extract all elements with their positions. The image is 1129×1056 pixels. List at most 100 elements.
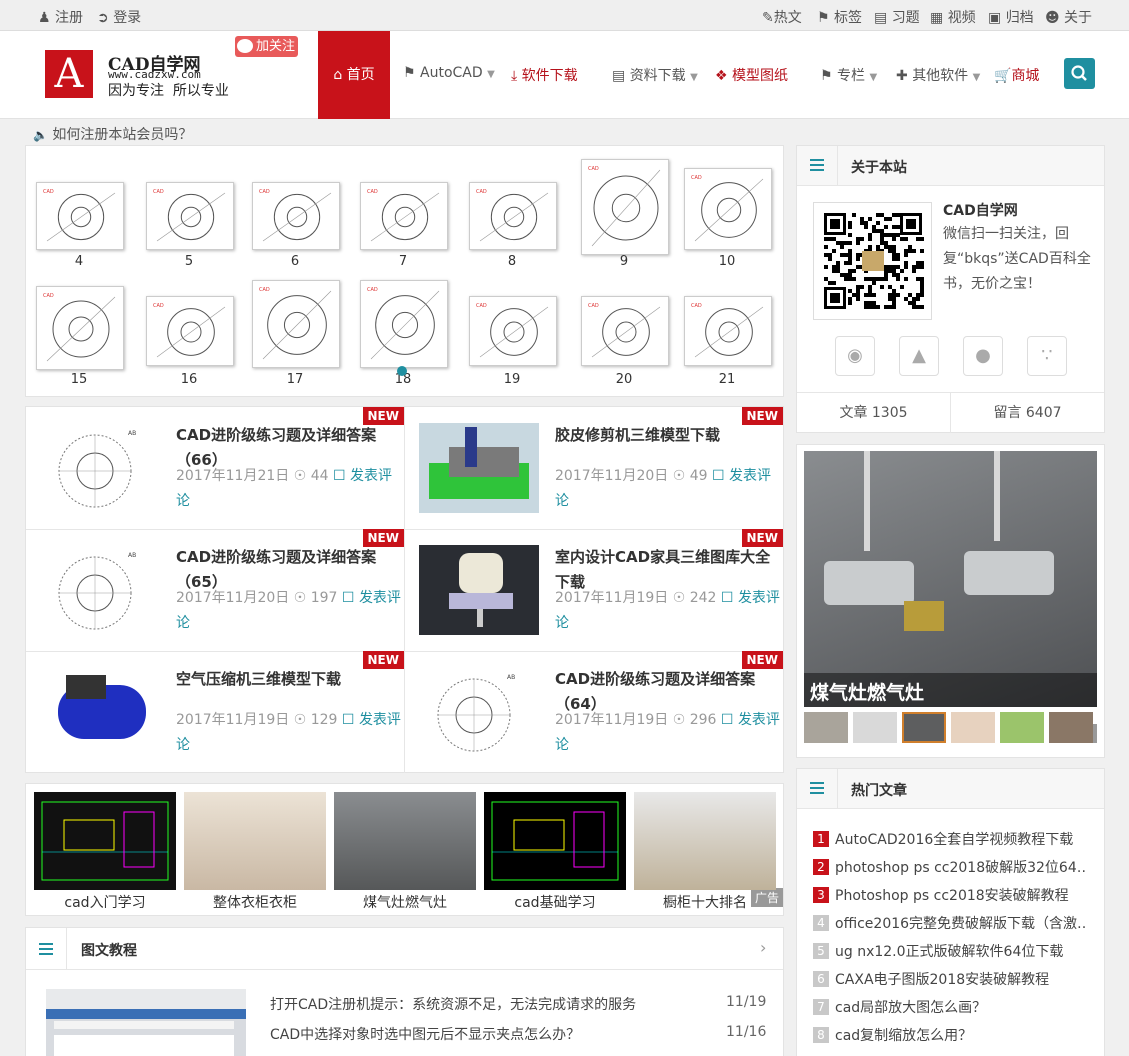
topbar-link-about[interactable]: ☻ 关于 <box>1045 7 1092 27</box>
ad-thumbnail[interactable] <box>1000 712 1044 743</box>
notice-bar[interactable]: 🔈 如何注册本站会员吗？ <box>33 124 192 144</box>
article-card[interactable]: 胶皮修剪机三维模型下载 2017年11月20日 ☉ 49 ☐ 发表评论 NEW <box>405 407 783 529</box>
hot-article-link[interactable]: 8 cad复制缩放怎么用？ <box>813 1025 1085 1045</box>
strip-caption[interactable]: 橱柜十大排名 <box>634 892 776 912</box>
drawing-thumbnail[interactable]: CAD <box>252 280 340 368</box>
hot-article-link[interactable]: 2 photoshop ps cc2018破解版32位64… <box>813 857 1085 877</box>
ad-thumbnail[interactable] <box>853 712 897 743</box>
hot-article-link[interactable]: 6 CAXA电子图版2018安装破解教程 <box>813 969 1085 989</box>
drawing-number: 21 <box>718 372 736 387</box>
hot-article-link[interactable]: 7 cad局部放大图怎么画？ <box>813 997 1085 1017</box>
drawing-thumbnail[interactable]: CAD <box>360 280 448 368</box>
strip-image[interactable] <box>184 792 326 890</box>
svg-text:CAD: CAD <box>259 189 270 195</box>
hot-article-link[interactable]: 1 AutoCAD2016全套自学视频教程下载 <box>813 829 1085 849</box>
drawing-thumbnail[interactable]: CAD <box>469 296 557 366</box>
carousel-dot[interactable] <box>397 366 407 376</box>
hot-article-link[interactable]: 5 ug nx12.0正式版破解软件64位下载 <box>813 941 1085 961</box>
article-card[interactable]: 空气压缩机三维模型下载 2017年11月19日 ☉ 129 ☐ 发表评论 NEW <box>26 651 404 773</box>
nav-shop[interactable]: 🛒商城 <box>994 65 1039 85</box>
article-card[interactable]: AB CAD进阶级练习题及详细答案（65） 2017年11月20日 ☉ 197 ☐ … <box>26 529 404 651</box>
tutorial-link-2[interactable]: CAD中选择对象时选中图元后不显示夹点怎么办？ <box>270 1024 580 1044</box>
topbar-link-hot[interactable]: ✎热文 <box>762 7 802 27</box>
strip-caption[interactable]: cad入门学习 <box>34 892 176 912</box>
article-thumbnail[interactable]: AB <box>40 423 160 513</box>
svg-text:CAD: CAD <box>476 189 487 195</box>
article-thumbnail[interactable] <box>419 545 539 635</box>
article-thumbnail[interactable]: AB <box>419 667 539 757</box>
nav-models[interactable]: ❖ 模型图纸 <box>715 65 788 85</box>
article-thumbnail[interactable]: AB <box>40 545 160 635</box>
drawing-thumbnail[interactable]: CAD <box>469 182 557 250</box>
nav-autocad[interactable]: ⚑ AutoCAD ▼ <box>403 65 495 81</box>
ad-image[interactable]: 煤气灶燃气灶 <box>804 451 1097 707</box>
drawing-thumbnail[interactable]: CAD <box>581 159 669 255</box>
ad-thumbnail[interactable] <box>951 712 995 743</box>
topbar-link-videos[interactable]: ▦ 视频 <box>930 7 976 27</box>
strip-caption[interactable]: 整体衣柜衣柜 <box>184 892 326 912</box>
ad-panel[interactable]: 煤气灶燃气灶 广告 <box>796 444 1105 758</box>
nav-software[interactable]: ⤓ 软件下载 <box>511 65 578 85</box>
about-description: 微信扫一扫关注，回复“bkqs”送CAD百科全书，无价之宝！ <box>943 226 1091 292</box>
qq-icon[interactable]: ▲ <box>899 336 939 376</box>
article-meta: 2017年11月19日 ☉ 242 ☐ 发表评论 <box>555 590 780 631</box>
svg-text:AB: AB <box>507 674 515 681</box>
article-card[interactable]: AB CAD进阶级练习题及详细答案（66） 2017年11月21日 ☉ 44 ☐ 发… <box>26 407 404 529</box>
hot-article-link[interactable]: 4 office2016完整免费破解版下载（含激… <box>813 913 1085 933</box>
drawing-thumbnail[interactable]: CAD <box>36 182 124 250</box>
rss-icon[interactable]: ∵ <box>1027 336 1067 376</box>
drawing-thumbnail[interactable]: CAD <box>36 286 124 370</box>
strip-image[interactable] <box>634 792 776 890</box>
eye-icon: ☉ <box>672 712 686 728</box>
nav-resources[interactable]: ▤ 资料下载 ▼ <box>612 65 698 85</box>
search-button[interactable] <box>1064 58 1095 89</box>
topbar-link-exercises[interactable]: ▤ 习题 <box>874 7 920 27</box>
article-title[interactable]: 空气压缩机三维模型下载 <box>176 667 398 692</box>
article-thumbnail[interactable] <box>419 423 539 513</box>
nav-column[interactable]: ⚑ 专栏 ▼ <box>820 65 877 85</box>
strip-image[interactable] <box>334 792 476 890</box>
topbar-link-archive[interactable]: ▣ 归档 <box>988 7 1034 27</box>
strip-image[interactable] <box>484 792 626 890</box>
drawing-thumbnail[interactable]: CAD <box>252 182 340 250</box>
article-title[interactable]: 胶皮修剪机三维模型下载 <box>555 423 777 448</box>
tutorial-link-1[interactable]: 打开CAD注册机提示：系统资源不足，无法完成请求的服务 <box>270 994 636 1014</box>
register-link[interactable]: ♟ 注册 <box>38 7 83 27</box>
svg-text:CAD: CAD <box>153 189 164 195</box>
topbar-link-tags[interactable]: ⚑ 标签 <box>817 7 862 27</box>
eye-icon: ☉ <box>672 468 686 484</box>
ad-thumbnail[interactable] <box>1049 712 1093 743</box>
rank-badge: 1 <box>813 831 829 847</box>
drawing-thumbnail[interactable]: CAD <box>360 182 448 250</box>
ad-thumbnail[interactable] <box>804 712 848 743</box>
drawing-thumbnail[interactable]: CAD <box>146 296 234 366</box>
strip-caption[interactable]: 煤气灶燃气灶 <box>334 892 476 912</box>
drawing-number: 8 <box>507 254 517 269</box>
login-link[interactable]: ➲ 登录 <box>97 7 141 27</box>
weibo-icon[interactable]: ● <box>963 336 1003 376</box>
caret-down-icon: ▼ <box>869 72 878 83</box>
plus-icon: ✚ <box>896 68 908 84</box>
weibo-follow-button[interactable]: 加关注 <box>235 36 299 57</box>
strip-image[interactable] <box>34 792 176 890</box>
article-card[interactable]: 室内设计CAD家具三维图库大全下载 2017年11月19日 ☉ 242 ☐ 发表评… <box>405 529 783 651</box>
nav-other-software[interactable]: ✚ 其他软件 ▼ <box>896 65 980 85</box>
article-thumbnail[interactable] <box>40 667 160 757</box>
drawing-thumbnail[interactable]: CAD <box>684 296 772 366</box>
drawing-thumbnail[interactable]: CAD <box>684 168 772 250</box>
drawing-thumbnail[interactable]: CAD <box>146 182 234 250</box>
article-card[interactable]: AB CAD进阶级练习题及详细答案（64） 2017年11月19日 ☉ 296 ☐ … <box>405 651 783 773</box>
ad-thumbnail[interactable] <box>902 712 946 743</box>
wechat-icon[interactable]: ◉ <box>835 336 875 376</box>
logo-icon[interactable]: A <box>45 50 93 98</box>
drawing-thumbnail[interactable]: CAD <box>581 296 669 366</box>
tutorial-thumbnail[interactable] <box>46 989 246 1056</box>
chevron-right-icon[interactable]: › <box>760 938 766 957</box>
article-meta: 2017年11月20日 ☉ 197 ☐ 发表评论 <box>176 590 401 631</box>
svg-text:CAD: CAD <box>588 166 599 172</box>
strip-caption[interactable]: cad基础学习 <box>484 892 626 912</box>
hot-article-link[interactable]: 3 Photoshop ps cc2018安装破解教程 <box>813 885 1085 905</box>
nav-home[interactable]: ⌂ 首页 <box>318 31 390 119</box>
svg-text:CAD: CAD <box>43 189 54 195</box>
comment-icon: ☐ <box>720 712 734 728</box>
